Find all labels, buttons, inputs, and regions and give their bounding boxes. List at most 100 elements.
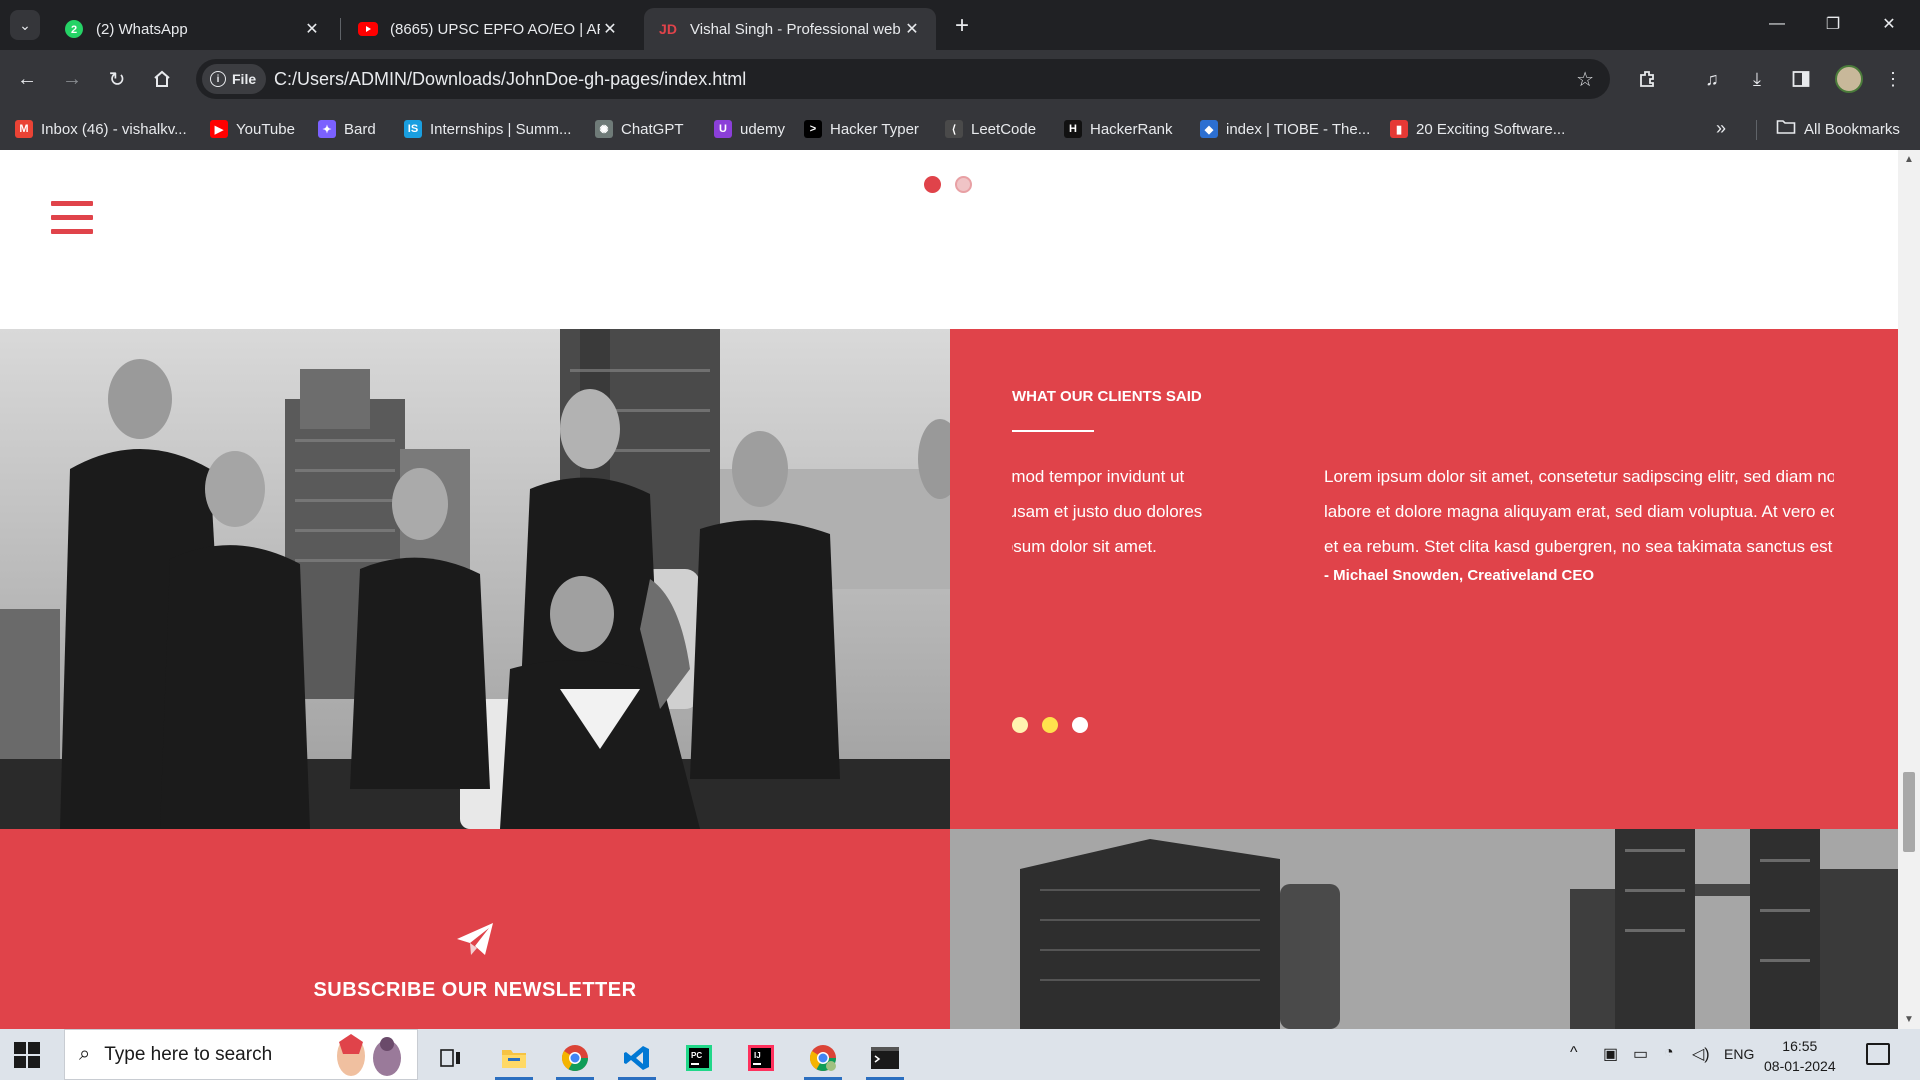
testimonial-dot[interactable] (1012, 717, 1028, 733)
forward-arrow-icon[interactable]: → (57, 64, 87, 94)
bookmark-item[interactable]: ▶ YouTube (210, 117, 295, 141)
scroll-up-arrow-icon[interactable]: ▲ (1904, 154, 1914, 165)
testimonial-carousel[interactable]: Lorem ipsum dolor sit amet, consetetur s… (1012, 459, 1834, 599)
testimonial-slide-prev: Lorem ipsum dolor sit amet, consetetur s… (1012, 459, 1202, 564)
chrome-icon[interactable] (550, 1035, 600, 1080)
all-bookmarks-button[interactable]: All Bookmarks (1776, 117, 1900, 141)
slider-dot-active[interactable] (924, 176, 941, 193)
media-control-icon[interactable]: ♫ (1699, 66, 1725, 92)
testimonial-text-line: et ea rebum. Stet clita kasd gubergren, … (1012, 537, 1157, 556)
bookmark-label: Hacker Typer (830, 120, 919, 138)
city-skyline-photo (950, 829, 1898, 1029)
gmail-icon: M (15, 120, 33, 138)
tab-active-portfolio[interactable]: JD Vishal Singh - Professional web ✕ (644, 8, 936, 50)
testimonial-dot[interactable] (1072, 717, 1088, 733)
tab-search-button[interactable]: ⌄ (10, 10, 40, 40)
wifi-icon[interactable]: ◔ (1664, 1044, 1674, 1062)
new-tab-button[interactable]: + (948, 12, 976, 40)
bookmark-item[interactable]: ✺ ChatGPT (595, 117, 684, 141)
hamburger-menu-icon[interactable] (51, 201, 93, 234)
terminal-icon[interactable] (860, 1035, 910, 1080)
bookmark-item[interactable]: > Hacker Typer (804, 117, 919, 141)
svg-text:PC: PC (691, 1051, 702, 1060)
youtube-icon: ▶ (210, 120, 228, 138)
tab-whatsapp[interactable]: 2 (2) WhatsApp ✕ (50, 8, 336, 50)
profile-avatar[interactable] (1835, 65, 1863, 93)
vertical-scrollbar[interactable]: ▲ ▼ (1898, 150, 1920, 1029)
reload-icon[interactable]: ↻ (102, 64, 132, 94)
url-text[interactable]: C:/Users/ADMIN/Downloads/JohnDoe-gh-page… (274, 69, 746, 90)
windows-start-icon[interactable] (14, 1042, 40, 1068)
chrome-profile-icon[interactable] (798, 1035, 848, 1080)
testimonial-dots (1012, 717, 1088, 733)
address-bar[interactable]: i File C:/Users/ADMIN/Downloads/JohnDoe-… (196, 59, 1610, 99)
chevron-double-right-icon[interactable]: » (1716, 118, 1726, 139)
intellij-icon[interactable]: IJ (736, 1035, 786, 1080)
bookmark-label: udemy (740, 120, 786, 138)
browser-tab-strip: ⌄ 2 (2) WhatsApp ✕ (8665) UPSC EPFO AO/E… (0, 0, 1920, 50)
side-panel-icon[interactable] (1788, 66, 1814, 92)
close-icon[interactable]: ✕ (902, 19, 922, 39)
tab-youtube[interactable]: (8665) UPSC EPFO AO/EO | APFC ✕ (344, 8, 634, 50)
scroll-down-arrow-icon[interactable]: ▼ (1904, 1014, 1914, 1025)
bookmark-label: YouTube (236, 120, 295, 138)
back-arrow-icon[interactable]: ← (12, 64, 42, 94)
site-info-chip[interactable]: i File (202, 64, 267, 94)
svg-text:JD: JD (659, 21, 677, 37)
bookmark-star-icon[interactable]: ☆ (1576, 67, 1594, 92)
slider-dot[interactable] (955, 176, 972, 193)
taskbar-search-placeholder: Type here to search (104, 1043, 273, 1065)
bookmark-item[interactable]: ◆ index | TIOBE - The... (1200, 117, 1370, 141)
bookmarks-separator (1756, 120, 1757, 140)
hackertyper-icon: > (804, 120, 822, 138)
vscode-icon[interactable] (612, 1035, 662, 1080)
scrollbar-thumb[interactable] (1903, 772, 1915, 852)
clock-time: 16:55 (1782, 1038, 1818, 1054)
bookmark-item[interactable]: M Inbox (46) - vishalkv... (15, 117, 187, 141)
chevron-up-icon[interactable]: ^ (1570, 1044, 1578, 1062)
bookmark-label: Bard (344, 120, 376, 138)
bookmark-label: Internships | Summ... (430, 120, 572, 138)
bookmark-item[interactable]: Uudemy (714, 117, 785, 141)
tab-title: (8665) UPSC EPFO AO/EO | APFC (390, 20, 600, 38)
all-bookmarks-label: All Bookmarks (1804, 120, 1900, 138)
bookmark-item[interactable]: ✦ Bard (318, 117, 376, 141)
taskbar-clock[interactable]: 16:55 08-01-2024 (1764, 1036, 1836, 1076)
file-explorer-icon[interactable] (489, 1035, 539, 1080)
language-indicator[interactable]: ENG (1724, 1046, 1754, 1062)
pycharm-icon[interactable]: PC (674, 1035, 724, 1080)
task-view-icon[interactable] (426, 1035, 476, 1080)
close-icon[interactable]: ✕ (302, 19, 322, 39)
testimonial-text-line: labore et dolore magna aliquyam erat, se… (1324, 502, 1834, 521)
whatsapp-icon: 2 (64, 19, 84, 39)
bookmark-red-icon: ▮ (1390, 120, 1408, 138)
close-icon[interactable]: ✕ (600, 19, 620, 39)
extensions-icon[interactable] (1634, 66, 1660, 92)
heading-underline (1012, 430, 1094, 432)
minimize-button[interactable]: — (1754, 8, 1800, 40)
bookmark-item[interactable]: IS Internships | Summ... (404, 117, 571, 141)
jd-logo-icon: JD (658, 19, 678, 39)
battery-icon[interactable]: ▭ (1633, 1044, 1648, 1064)
bookmark-item[interactable]: ▮ 20 Exciting Software... (1390, 117, 1565, 141)
volume-icon[interactable]: ◁) (1692, 1044, 1710, 1064)
bookmark-item[interactable]: H HackerRank (1064, 117, 1173, 141)
window-close-button[interactable]: ✕ (1866, 8, 1912, 40)
meet-now-icon[interactable]: ▣ (1603, 1044, 1618, 1064)
notification-center-icon[interactable] (1866, 1043, 1890, 1065)
udemy-icon: U (714, 120, 732, 138)
restore-button[interactable]: ❐ (1810, 8, 1856, 40)
tab-title: Vishal Singh - Professional web (690, 20, 901, 38)
newsletter-title: SUBSCRIBE OUR NEWSLETTER (313, 979, 637, 1001)
bookmark-label: HackerRank (1090, 120, 1173, 138)
testimonial-dot-active[interactable] (1042, 717, 1058, 733)
search-icon: ⌕ (79, 1043, 91, 1065)
download-icon[interactable]: ⤓ (1744, 66, 1770, 92)
menu-kebab-icon[interactable]: ⋮ (1880, 66, 1906, 92)
bookmark-item[interactable]: ⟨ LeetCode (945, 117, 1036, 141)
taskbar-search-box[interactable]: ⌕ Type here to search (64, 1029, 418, 1080)
bookmarks-bar: M Inbox (46) - vishalkv... ▶ YouTube ✦ Bard IS… (0, 108, 1920, 150)
home-icon[interactable] (147, 64, 177, 94)
windows-taskbar: ⌕ Type here to search PC IJ ^ ▣ ▭ ◔ ◁) E… (0, 1029, 1920, 1080)
testimonial-text-line: labore et dolore magna aliquyam erat, se… (1012, 502, 1203, 521)
